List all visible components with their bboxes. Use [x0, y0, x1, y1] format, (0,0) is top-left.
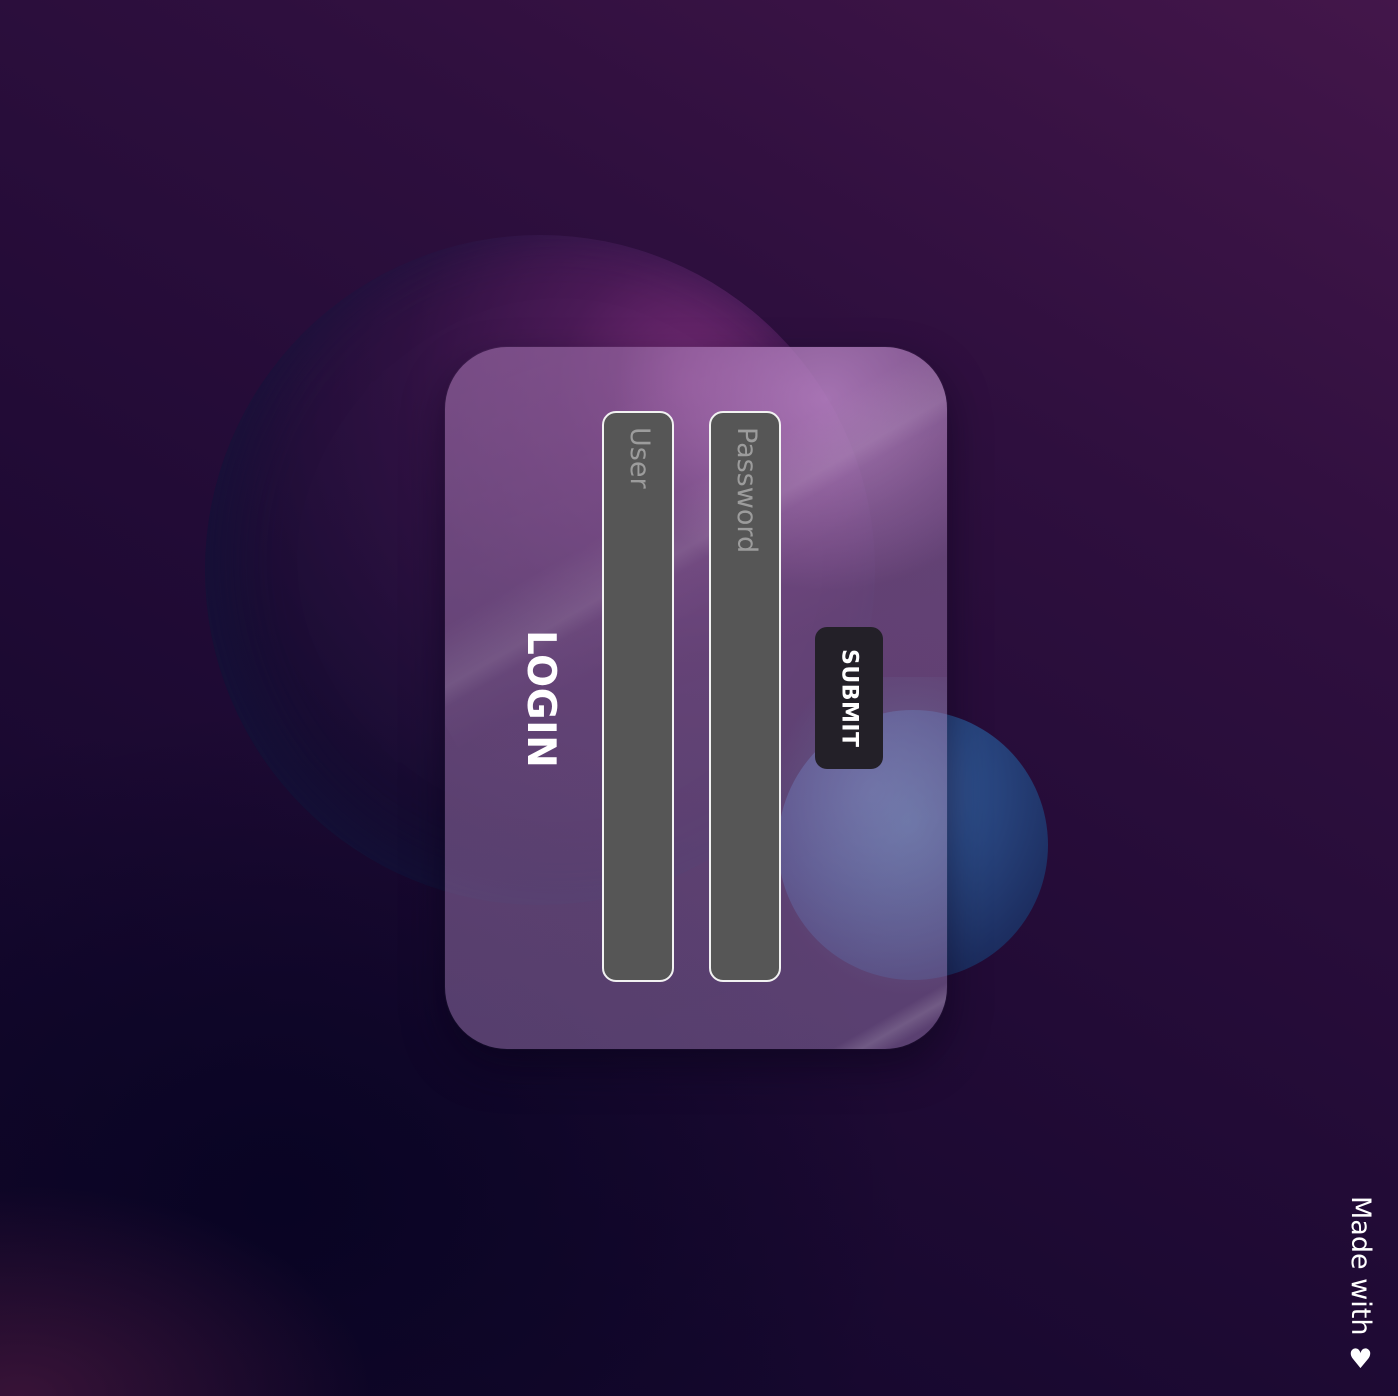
password-input[interactable]: Password	[709, 411, 781, 982]
login-card: LOGIN User Password SUBMIT	[445, 347, 947, 1049]
login-title: LOGIN	[518, 629, 563, 769]
user-input[interactable]: User	[602, 411, 674, 982]
submit-button[interactable]: SUBMIT	[815, 627, 883, 769]
made-with-footer[interactable]: Made with ♥	[1340, 1196, 1380, 1382]
